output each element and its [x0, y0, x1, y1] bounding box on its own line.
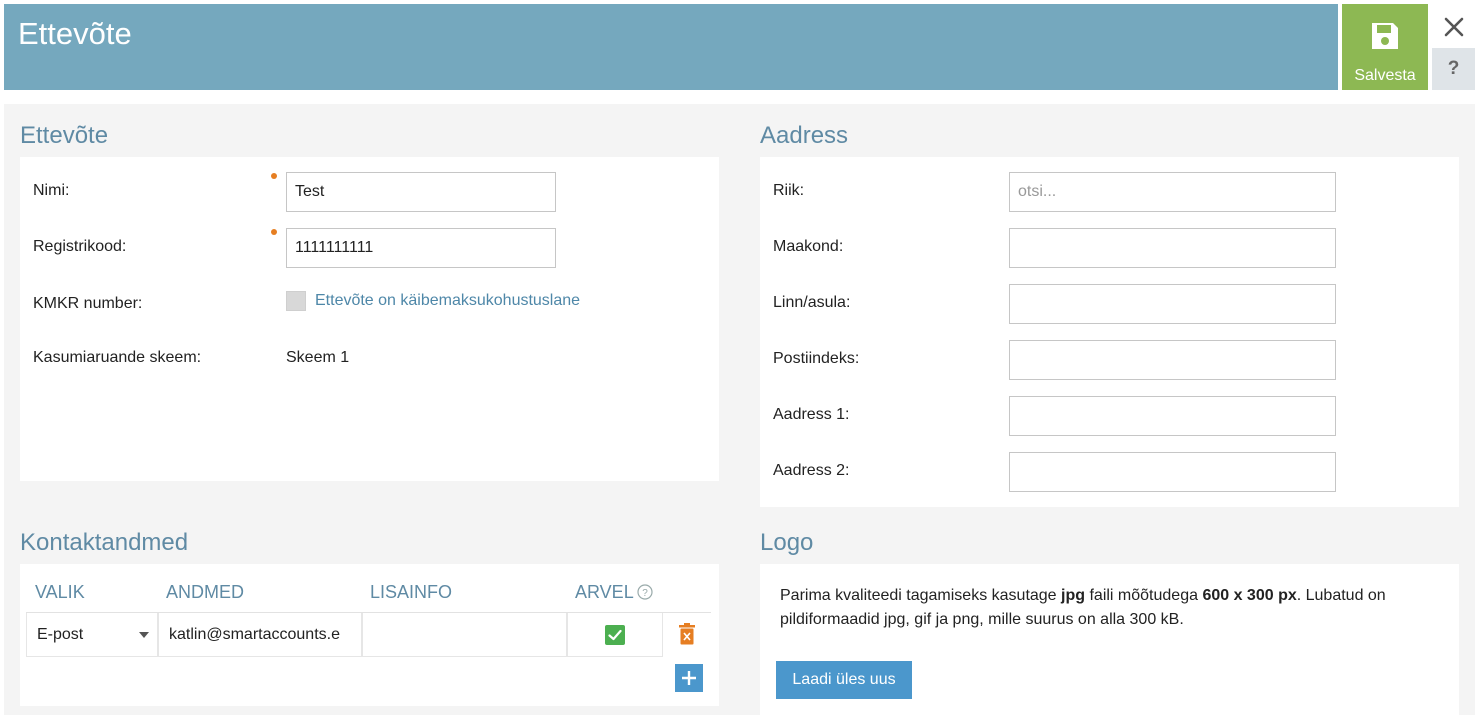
vat-checkbox[interactable]	[286, 291, 306, 311]
vat-checkbox-label[interactable]: Ettevõte on käibemaksukohustuslane	[315, 292, 580, 310]
save-button[interactable]: Salvesta	[1342, 4, 1428, 90]
upload-logo-button[interactable]: Laadi üles uus	[776, 661, 912, 699]
save-button-label: Salvesta	[1354, 67, 1416, 84]
county-input[interactable]	[1009, 228, 1336, 268]
county-label: Maakond:	[773, 238, 844, 255]
contact-extra-input[interactable]	[362, 613, 567, 657]
address-section-title: Aadress	[760, 122, 849, 149]
trash-icon	[679, 623, 695, 645]
column-header-invoice: ARVEL	[575, 582, 634, 602]
regcode-label: Registrikood:	[33, 238, 127, 255]
city-label: Linn/asula:	[773, 294, 851, 311]
invoice-checkbox[interactable]	[567, 613, 663, 657]
name-input[interactable]	[286, 172, 556, 212]
city-input[interactable]	[1009, 284, 1336, 324]
contacts-section-title: Kontaktandmed	[20, 529, 189, 556]
page-header: Ettevõte	[4, 4, 1338, 90]
help-button[interactable]: ?	[1432, 48, 1475, 90]
address1-input[interactable]	[1009, 396, 1336, 436]
question-circle-icon[interactable]: ?	[637, 584, 653, 600]
table-row: E-post katlin@smartaccounts.e	[26, 612, 711, 657]
company-section-title: Ettevõte	[20, 122, 109, 149]
logo-section-title: Logo	[760, 529, 814, 556]
logo-panel: Parima kvaliteedi tagamiseks kasutage jp…	[760, 564, 1459, 715]
country-label: Riik:	[773, 182, 805, 199]
plus-icon	[682, 671, 696, 685]
logo-instructions: Parima kvaliteedi tagamiseks kasutage jp…	[780, 584, 1440, 632]
address2-input[interactable]	[1009, 452, 1336, 492]
floppy-disk-icon	[1372, 23, 1398, 49]
regcode-input[interactable]	[286, 228, 556, 268]
name-label: Nimi:	[33, 182, 70, 199]
dropdown-arrow-icon	[139, 631, 149, 638]
close-icon	[1444, 17, 1464, 37]
help-icon: ?	[1447, 58, 1460, 79]
address2-label: Aadress 2:	[773, 462, 850, 479]
logo-format-highlight: jpg	[1061, 587, 1086, 604]
column-header-extra: LISAINFO	[370, 582, 453, 602]
add-contact-button[interactable]	[675, 664, 703, 692]
close-button[interactable]	[1437, 10, 1471, 44]
postal-label: Postiindeks:	[773, 350, 860, 367]
contact-data-input[interactable]: katlin@smartaccounts.e	[158, 613, 362, 657]
contacts-panel: VALIK ANDMED LISAINFO ARVEL ? E-post kat…	[20, 564, 719, 706]
required-marker	[271, 229, 277, 235]
scheme-label: Kasumiaruande skeem:	[33, 349, 202, 366]
postal-input[interactable]	[1009, 340, 1336, 380]
company-panel: Nimi: Registrikood: KMKR number: Ettevõt…	[20, 157, 719, 481]
page-title: Ettevõte	[18, 16, 132, 51]
logo-text-part: Parima kvaliteedi tagamiseks kasutage	[780, 587, 1062, 604]
country-search-input[interactable]	[1009, 172, 1336, 212]
column-header-choice: VALIK	[35, 582, 85, 602]
contact-type-value: E-post	[37, 625, 84, 643]
contact-type-select[interactable]: E-post	[26, 613, 158, 657]
checkmark-icon	[605, 624, 625, 645]
svg-text:?: ?	[642, 588, 648, 599]
logo-text-part: faili mõõtudega	[1085, 587, 1203, 604]
delete-row-button[interactable]	[678, 623, 696, 650]
vat-label: KMKR number:	[33, 295, 143, 312]
address-panel: Riik: Maakond: Linn/asula: Postiindeks: …	[760, 157, 1459, 507]
address1-label: Aadress 1:	[773, 406, 850, 423]
scheme-value: Skeem 1	[286, 349, 350, 366]
logo-size-highlight: 600 x 300 px	[1202, 587, 1297, 604]
content-area: Ettevõte Nimi: Registrikood: KMKR number…	[4, 104, 1475, 715]
column-header-data: ANDMED	[166, 582, 245, 602]
required-marker	[271, 173, 277, 179]
